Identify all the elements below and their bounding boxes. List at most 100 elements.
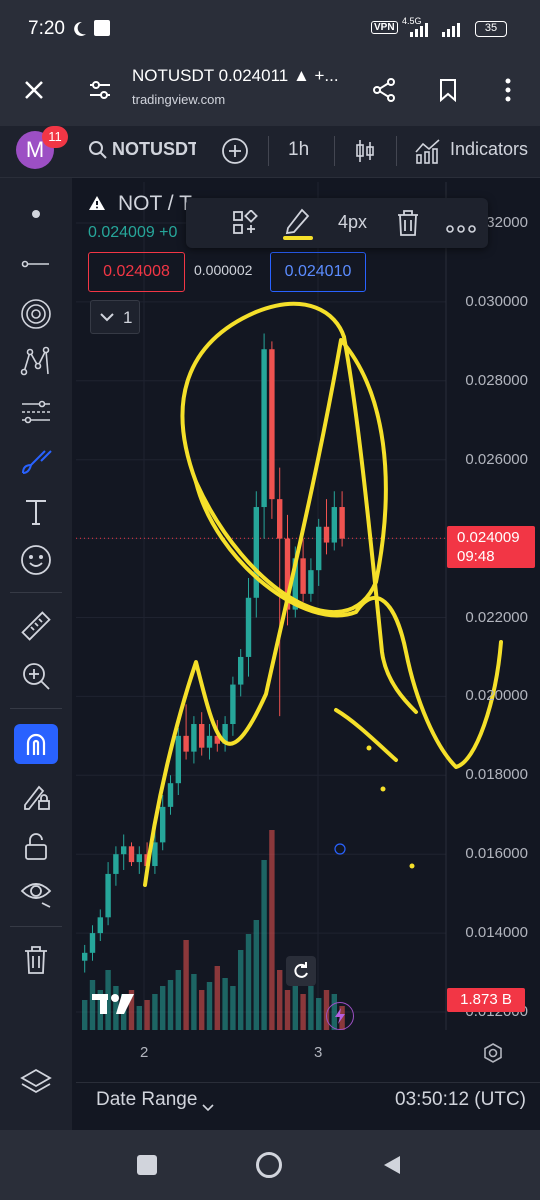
recents-button[interactable] [137,1155,157,1175]
volume-bar [277,970,283,1030]
back-button[interactable] [382,1154,402,1181]
notification-icon [94,20,110,36]
text-tool-icon[interactable] [14,492,58,532]
volume-bar [238,950,244,1030]
candle-body [323,526,330,543]
notification-badge: 11 [42,126,68,148]
share-icon[interactable] [364,70,404,110]
indicators-button[interactable]: Indicators [450,139,540,160]
pattern-icon[interactable] [14,342,58,382]
trash-icon[interactable] [14,940,58,980]
drawing-dot [366,745,372,751]
price-axis-label: 0.022000 [465,608,528,626]
indicators-icon[interactable] [412,134,444,168]
symbol-search[interactable]: NOTUSDT [112,139,196,160]
candle-body [89,933,96,953]
emoji-icon[interactable] [14,540,58,580]
volume-bar [191,974,197,1030]
current-price-tag: 0.024009 09:48 [447,526,535,568]
candle-body [175,735,181,784]
volume-bar [308,986,314,1030]
candle-body [97,917,103,934]
zoom-in-icon[interactable] [14,656,58,696]
add-symbol-icon[interactable] [218,134,252,168]
brush-icon[interactable] [14,442,58,482]
vpn-badge: VPN [371,21,398,34]
site-settings-icon[interactable] [80,70,120,110]
unlock-icon[interactable] [14,826,58,866]
close-icon[interactable] [14,70,54,110]
eye-icon[interactable] [14,874,58,914]
lightning-button[interactable] [326,1002,354,1030]
candle-body [152,842,158,867]
object-tree-icon[interactable] [232,209,258,241]
status-bar: 7:20 VPN 4.5G 35 [0,0,540,58]
candle-body [261,349,267,508]
volume-bar [269,830,275,1030]
price-axis-label: 0.020000 [465,687,528,705]
volume-bar [175,970,181,1030]
candle-body [230,684,236,725]
bookmark-icon[interactable] [428,70,468,110]
volume-bar [82,1000,88,1030]
candle-body [121,846,127,855]
price-axis-label: 0.028000 [465,371,528,389]
volume-bar [230,986,236,1030]
home-button[interactable] [256,1152,282,1178]
anchor-point [334,843,346,855]
lightning-icon [335,1008,345,1024]
time-axis-label: 2 [140,1044,149,1061]
volume-bar [167,980,174,1030]
reset-icon [294,962,308,978]
volume-bar [214,966,220,1030]
chevron-down-icon [100,313,114,322]
candle-body [128,846,135,863]
volume-bar [316,998,322,1030]
more-options-icon[interactable] [446,220,476,238]
candle-body [308,570,314,594]
price-axis-label: 0.026000 [465,450,528,468]
forecast-icon[interactable] [14,392,58,432]
collapse-indicators-button[interactable]: 1 [90,300,140,334]
candles-icon[interactable] [350,134,380,168]
volume-bar [199,990,205,1030]
utc-clock[interactable]: 03:50:12 (UTC) [395,1089,526,1111]
volume-bar [284,990,291,1030]
price-axis-label: 0.030000 [465,292,528,310]
candle-body [245,597,252,657]
trend-line-icon[interactable] [14,244,58,284]
candle-body [82,952,88,961]
cursor-dot-icon[interactable] [14,194,58,234]
volume-bar [152,994,158,1030]
drawing-dot [409,863,415,869]
toolbar-divider [334,136,335,166]
gann-fan-icon[interactable] [14,294,58,334]
chart-pane[interactable]: 0.032000 0.030000 0.028000 0.026000 0.02200… [76,182,540,1082]
chart-settings-icon[interactable] [482,1042,504,1069]
search-icon [88,140,108,165]
interval-selector[interactable]: 1h [288,139,309,161]
reset-chart-button[interactable] [286,956,316,986]
sell-button[interactable]: 0.024008 [88,252,185,292]
browser-bar: NOTUSDT 0.024011 ▲ +... tradingview.com [0,58,540,126]
layers-icon[interactable] [14,1062,58,1102]
date-range-button[interactable]: Date Range [96,1089,197,1111]
buy-button[interactable]: 0.024010 [270,252,366,292]
volume-bar [183,940,189,1030]
volume-bar [222,978,228,1030]
line-width-selector[interactable]: 4px [338,212,367,233]
ruler-icon[interactable] [14,606,58,646]
price-chart[interactable] [76,182,540,1082]
candle-body [269,349,275,500]
magnet-icon[interactable] [14,724,58,764]
candle-body [160,806,166,843]
delete-drawing-icon[interactable] [396,209,420,242]
tradingview-logo [92,992,136,1021]
lock-drawing-icon[interactable] [14,776,58,816]
toolbar-divider [396,136,397,166]
chevron-down-icon[interactable] [202,1099,214,1117]
more-menu-icon[interactable] [488,70,528,110]
drawing-stroke [194,480,503,769]
price-change: 0.024009 +0 [88,224,178,241]
pencil-color-icon[interactable] [282,206,314,245]
